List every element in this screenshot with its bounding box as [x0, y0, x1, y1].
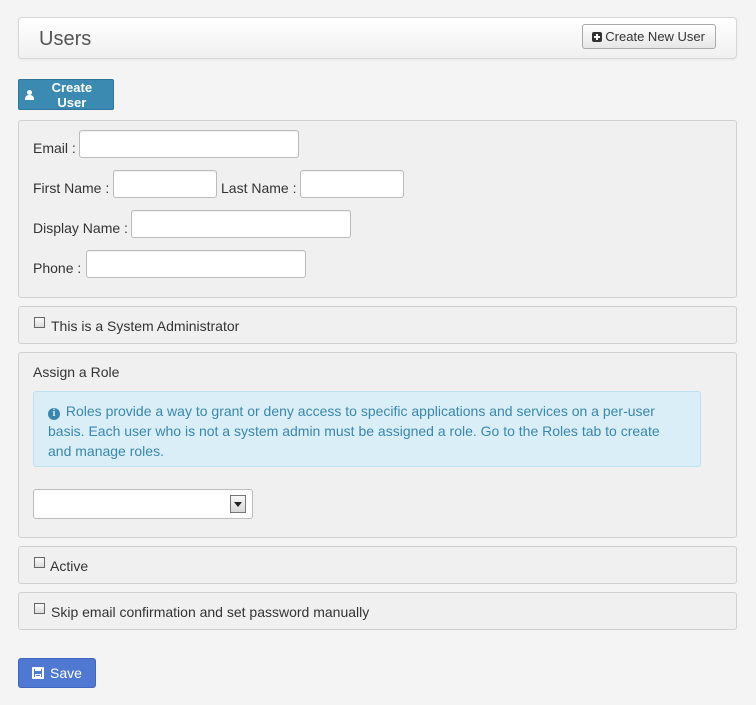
role-select[interactable]: [33, 489, 253, 519]
role-info-alert: i Roles provide a way to grant or deny a…: [33, 391, 701, 467]
plus-square-icon: [592, 31, 603, 42]
display-name-field[interactable]: [131, 210, 351, 238]
system-admin-panel: This is a System Administrator: [18, 306, 737, 344]
role-info-text: Roles provide a way to grant or deny acc…: [48, 403, 660, 459]
last-name-field[interactable]: [300, 170, 404, 198]
active-checkbox[interactable]: [34, 557, 45, 568]
system-admin-checkbox[interactable]: [34, 317, 45, 328]
active-panel: Active: [18, 546, 737, 584]
create-new-user-label: Create New User: [605, 29, 705, 44]
system-admin-label: This is a System Administrator: [51, 318, 240, 334]
phone-label: Phone :: [33, 260, 82, 276]
last-name-label: Last Name :: [221, 180, 297, 196]
create-user-button[interactable]: Create User: [18, 79, 114, 110]
phone-field[interactable]: [86, 250, 306, 278]
first-name-label: First Name :: [33, 180, 110, 196]
email-field[interactable]: [79, 130, 299, 158]
skip-email-panel: Skip email confirmation and set password…: [18, 592, 737, 630]
save-button[interactable]: Save: [18, 658, 96, 688]
page-header: Users Create New User: [18, 17, 737, 59]
skip-email-checkbox[interactable]: [34, 603, 45, 614]
first-name-field[interactable]: [113, 170, 217, 198]
page-title: Users: [39, 28, 92, 50]
display-name-label: Display Name :: [33, 220, 128, 236]
assign-role-panel: Assign a Role i Roles provide a way to g…: [18, 352, 737, 538]
create-new-user-button[interactable]: Create New User: [582, 24, 716, 49]
email-label: Email :: [33, 140, 76, 156]
skip-email-label: Skip email confirmation and set password…: [51, 604, 370, 620]
save-label: Save: [50, 665, 82, 681]
info-icon: i: [48, 408, 60, 420]
user-details-panel: Email : First Name : Last Name : Display…: [18, 120, 737, 298]
user-icon: [25, 89, 34, 100]
assign-role-title: Assign a Role: [33, 364, 120, 380]
floppy-disk-icon: [32, 667, 45, 679]
active-label: Active: [50, 558, 89, 574]
create-user-label: Create User: [51, 79, 93, 110]
chevron-down-icon[interactable]: [230, 495, 246, 513]
